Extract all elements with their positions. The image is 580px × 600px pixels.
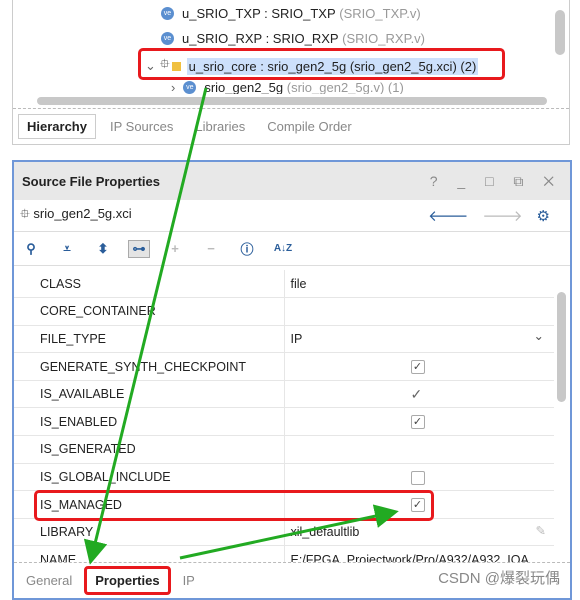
collapse-all-icon[interactable]: ⩡ <box>56 241 78 257</box>
item-name: u_SRIO_TXP : SRIO_TXP <box>182 5 336 21</box>
plus-icon[interactable]: + <box>164 241 186 256</box>
ip-icon: ⯐ <box>20 205 34 221</box>
tab-ip[interactable]: IP <box>175 569 203 592</box>
verilog-icon: ve <box>161 6 174 20</box>
properties-table: CLASS file CORE_CONTAINER FILE_TYPE IP ⌄ GENER… <box>14 270 554 575</box>
property-name: IS_AVAILABLE <box>14 380 284 409</box>
property-row[interactable]: FILE_TYPE IP ⌄ <box>14 325 554 354</box>
tab-general[interactable]: General <box>18 569 80 592</box>
tab-compile-order[interactable]: Compile Order <box>259 115 360 138</box>
property-value[interactable]: file <box>283 270 554 299</box>
highlight-box <box>34 490 434 521</box>
item-name: srio_gen2_5g <box>204 80 284 94</box>
property-row[interactable]: IS_GENERATED <box>14 435 554 464</box>
value-text: file <box>290 276 307 291</box>
search-icon[interactable]: ⚲ <box>20 241 42 257</box>
highlight-box <box>138 48 505 80</box>
checkbox[interactable]: ✓ <box>410 360 425 375</box>
property-value[interactable]: IP ⌄ <box>283 325 554 354</box>
property-value[interactable]: xil_defaultlib ✎ <box>283 518 554 547</box>
property-value[interactable] <box>283 463 554 492</box>
checkbox[interactable]: ✓ <box>411 386 423 403</box>
checkbox[interactable]: ✓ <box>410 415 425 430</box>
property-name: CLASS <box>14 270 284 299</box>
horizontal-scrollbar[interactable] <box>37 97 547 105</box>
property-name: FILE_TYPE <box>14 325 284 354</box>
property-row[interactable]: IS_AVAILABLE ✓ <box>14 380 554 409</box>
property-name: LIBRARY <box>14 518 284 547</box>
gear-icon[interactable]: ⚙ <box>537 208 564 225</box>
property-row[interactable]: CORE_CONTAINER <box>14 297 554 326</box>
verilog-icon: ve <box>161 31 174 45</box>
property-value[interactable]: ✓ <box>283 407 554 437</box>
tab-hierarchy[interactable]: Hierarchy <box>18 114 96 139</box>
property-row[interactable]: IS_GLOBAL_INCLUDE <box>14 463 554 492</box>
panel-title: Source File Properties <box>22 173 160 189</box>
value-text: xil_defaultlib <box>290 525 360 540</box>
property-name: IS_GENERATED <box>14 435 284 464</box>
property-value[interactable] <box>283 297 554 326</box>
back-arrow-icon[interactable]: 🡐 <box>428 208 482 225</box>
chevron-right-icon: › <box>171 80 176 94</box>
expand-all-icon[interactable]: ⬍ <box>92 241 114 257</box>
hierarchy-panel: ve u_SRIO_TXP : SRIO_TXP (SRIO_TXP.v) ve u… <box>12 0 570 145</box>
forward-arrow-icon[interactable]: 🡒 <box>482 208 536 225</box>
property-name: GENERATE_SYNTH_CHECKPOINT <box>14 352 284 381</box>
watermark: CSDN @爆裂玩偶 <box>438 570 560 587</box>
tree-item[interactable]: ve u_SRIO_TXP : SRIO_TXP (SRIO_TXP.v) <box>161 2 421 24</box>
tree-item[interactable]: ve u_SRIO_RXP : SRIO_RXP (SRIO_RXP.v) <box>161 27 425 49</box>
group-icon[interactable]: ⊶ <box>128 239 150 258</box>
property-value[interactable]: ✓ <box>283 380 554 409</box>
value-text: IP <box>290 331 303 346</box>
property-value[interactable] <box>283 435 554 464</box>
item-file: (SRIO_TXP.v) <box>339 5 421 21</box>
verilog-icon: ve <box>183 80 197 94</box>
source-file-properties-panel: Source File Properties ? _ □ ⧉ ✕ ⯐ srio_g… <box>12 160 572 600</box>
sort-az-icon[interactable]: A↓Z <box>272 243 294 254</box>
property-row[interactable]: LIBRARY xil_defaultlib ✎ <box>14 518 554 547</box>
window-buttons[interactable]: ? _ □ ⧉ ✕ <box>430 173 562 190</box>
item-name: u_SRIO_RXP : SRIO_RXP <box>182 30 339 46</box>
property-name: IS_GLOBAL_INCLUDE <box>14 463 284 492</box>
tab-properties[interactable]: Properties <box>84 566 171 595</box>
file-label: srio_gen2_5g.xci <box>33 205 132 221</box>
property-name: CORE_CONTAINER <box>14 297 284 326</box>
vertical-scrollbar[interactable] <box>555 10 565 55</box>
checkbox[interactable] <box>410 470 425 485</box>
property-row[interactable]: CLASS file <box>14 270 554 299</box>
property-name: IS_ENABLED <box>14 407 284 437</box>
vertical-scrollbar[interactable] <box>557 292 566 402</box>
item-file: (srio_gen2_5g.v) (1) <box>286 80 404 94</box>
edit-icon[interactable]: ✎ <box>536 523 546 538</box>
chevron-down-icon[interactable]: ⌄ <box>534 328 544 343</box>
item-file: (SRIO_RXP.v) <box>342 30 426 46</box>
tree-item[interactable]: › ve srio_gen2_5g (srio_gen2_5g.v) (1) <box>171 80 404 94</box>
tab-libraries[interactable]: Libraries <box>187 115 253 138</box>
tab-ip-sources[interactable]: IP Sources <box>102 115 181 138</box>
property-value[interactable]: ✓ <box>283 352 554 381</box>
minus-icon[interactable]: − <box>200 241 222 256</box>
info-icon[interactable]: ⓘ <box>236 239 258 258</box>
file-name: ⯐ srio_gen2_5g.xci <box>20 205 132 227</box>
property-row[interactable]: GENERATE_SYNTH_CHECKPOINT ✓ <box>14 352 554 381</box>
property-row[interactable]: IS_ENABLED ✓ <box>14 407 554 437</box>
